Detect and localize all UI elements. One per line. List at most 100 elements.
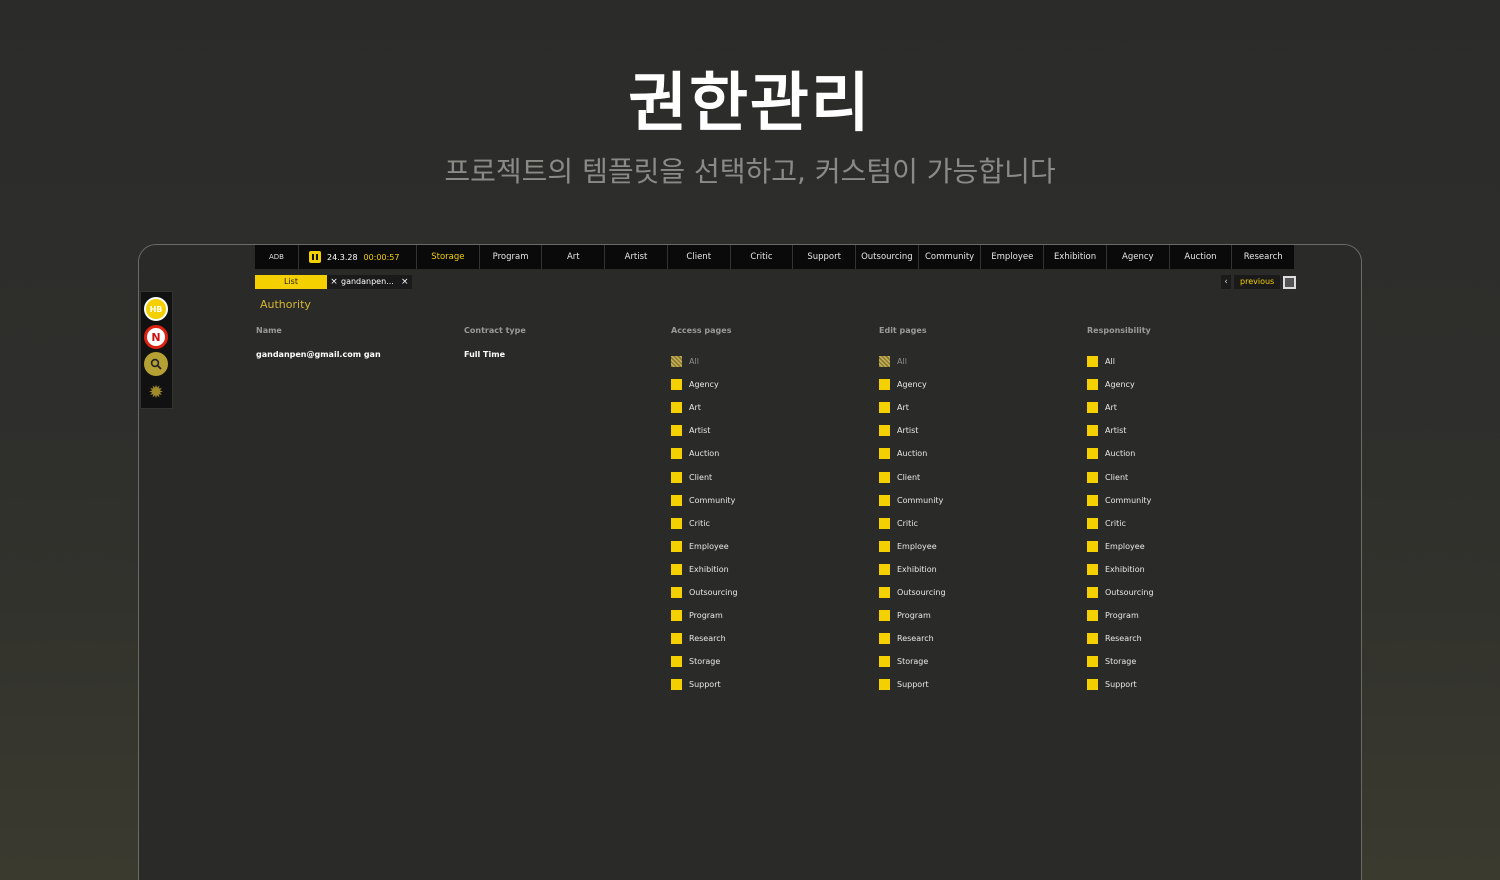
responsibility-item-support[interactable]: Support (1087, 673, 1154, 696)
nav-item-research[interactable]: Research (1232, 245, 1294, 269)
checkbox-icon[interactable] (879, 471, 890, 483)
access-item-exhibition[interactable]: Exhibition (671, 558, 738, 581)
checkbox-icon[interactable] (671, 656, 682, 668)
nav-item-program[interactable]: Program (480, 245, 543, 269)
checkbox-icon[interactable] (671, 356, 682, 368)
access-item-agency[interactable]: Agency (671, 373, 738, 396)
edit-item-exhibition[interactable]: Exhibition (879, 558, 946, 581)
close-icon[interactable]: × (397, 275, 412, 289)
tab-user-record[interactable]: gandanpen... (341, 275, 398, 289)
checkbox-icon[interactable] (671, 494, 682, 506)
checkbox-icon[interactable] (1087, 633, 1098, 645)
responsibility-item-client[interactable]: Client (1087, 465, 1154, 488)
nav-item-support[interactable]: Support (793, 245, 857, 269)
edit-item-program[interactable]: Program (879, 604, 946, 627)
checkbox-icon[interactable] (671, 517, 682, 529)
checkbox-icon[interactable] (671, 540, 682, 552)
chevron-left-icon[interactable]: ‹ (1221, 275, 1231, 289)
checkbox-icon[interactable] (879, 563, 890, 575)
access-item-support[interactable]: Support (671, 673, 738, 696)
responsibility-item-employee[interactable]: Employee (1087, 535, 1154, 558)
responsibility-item-art[interactable]: Art (1087, 396, 1154, 419)
responsibility-item-research[interactable]: Research (1087, 627, 1154, 650)
checkbox-icon[interactable] (879, 633, 890, 645)
access-item-storage[interactable]: Storage (671, 650, 738, 673)
responsibility-item-program[interactable]: Program (1087, 604, 1154, 627)
edit-item-support[interactable]: Support (879, 673, 946, 696)
checkbox-icon[interactable] (671, 448, 682, 460)
checkbox-icon[interactable] (879, 517, 890, 529)
checkbox-icon[interactable] (1087, 448, 1098, 460)
checkbox-icon[interactable] (1087, 494, 1098, 506)
nav-item-auction[interactable]: Auction (1170, 245, 1233, 269)
edit-item-art[interactable]: Art (879, 396, 946, 419)
checkbox-icon[interactable] (879, 425, 890, 437)
access-item-art[interactable]: Art (671, 396, 738, 419)
responsibility-item-all[interactable]: All (1087, 350, 1154, 373)
edit-item-all[interactable]: All (879, 350, 946, 373)
checkbox-icon[interactable] (879, 610, 890, 622)
checkbox-icon[interactable] (1087, 563, 1098, 575)
access-item-community[interactable]: Community (671, 489, 738, 512)
checkbox-icon[interactable] (1087, 425, 1098, 437)
edit-item-critic[interactable]: Critic (879, 512, 946, 535)
checkbox-icon[interactable] (879, 540, 890, 552)
checkbox-icon[interactable] (1087, 356, 1098, 368)
search-icon[interactable] (144, 352, 168, 376)
checkbox-icon[interactable] (1087, 517, 1098, 529)
checkbox-icon[interactable] (879, 494, 890, 506)
edit-item-community[interactable]: Community (879, 489, 946, 512)
edit-item-outsourcing[interactable]: Outsourcing (879, 581, 946, 604)
checkbox-icon[interactable] (1087, 402, 1098, 414)
responsibility-item-agency[interactable]: Agency (1087, 373, 1154, 396)
edit-item-client[interactable]: Client (879, 465, 946, 488)
checkbox-icon[interactable] (1087, 586, 1098, 598)
nav-item-art[interactable]: Art (542, 245, 606, 269)
access-item-artist[interactable]: Artist (671, 419, 738, 442)
app-logo[interactable]: ADB (255, 245, 299, 269)
checkbox-icon[interactable] (1087, 471, 1098, 483)
nav-item-employee[interactable]: Employee (981, 245, 1045, 269)
responsibility-item-storage[interactable]: Storage (1087, 650, 1154, 673)
previous-button[interactable]: previous (1234, 275, 1281, 289)
hb-badge-icon[interactable]: HB (144, 297, 168, 321)
nav-item-artist[interactable]: Artist (605, 245, 668, 269)
checkbox-icon[interactable] (879, 356, 890, 368)
responsibility-item-community[interactable]: Community (1087, 489, 1154, 512)
edit-item-artist[interactable]: Artist (879, 419, 946, 442)
access-item-auction[interactable]: Auction (671, 442, 738, 465)
nav-item-agency[interactable]: Agency (1107, 245, 1170, 269)
pause-icon[interactable] (309, 251, 321, 263)
edit-item-agency[interactable]: Agency (879, 373, 946, 396)
checkbox-icon[interactable] (1087, 656, 1098, 668)
access-item-client[interactable]: Client (671, 465, 738, 488)
nav-item-storage[interactable]: Storage (417, 245, 480, 269)
window-toggle-icon[interactable] (1283, 275, 1297, 289)
responsibility-item-critic[interactable]: Critic (1087, 512, 1154, 535)
edit-item-research[interactable]: Research (879, 627, 946, 650)
edit-item-auction[interactable]: Auction (879, 442, 946, 465)
nav-item-community[interactable]: Community (919, 245, 982, 269)
checkbox-icon[interactable] (671, 425, 682, 437)
checkbox-icon[interactable] (1087, 679, 1098, 691)
tab-list[interactable]: List (255, 275, 327, 289)
checkbox-icon[interactable] (879, 448, 890, 460)
responsibility-item-artist[interactable]: Artist (1087, 419, 1154, 442)
checkbox-icon[interactable] (671, 402, 682, 414)
checkbox-icon[interactable] (671, 633, 682, 645)
gear-icon[interactable]: ✹ (144, 380, 168, 404)
access-item-all[interactable]: All (671, 350, 738, 373)
nav-item-client[interactable]: Client (668, 245, 731, 269)
access-item-employee[interactable]: Employee (671, 535, 738, 558)
checkbox-icon[interactable] (671, 610, 682, 622)
responsibility-item-auction[interactable]: Auction (1087, 442, 1154, 465)
close-icon[interactable]: × (327, 275, 341, 289)
responsibility-item-outsourcing[interactable]: Outsourcing (1087, 581, 1154, 604)
nav-item-exhibition[interactable]: Exhibition (1044, 245, 1107, 269)
responsibility-item-exhibition[interactable]: Exhibition (1087, 558, 1154, 581)
nav-item-outsourcing[interactable]: Outsourcing (856, 245, 919, 269)
access-item-outsourcing[interactable]: Outsourcing (671, 581, 738, 604)
access-item-program[interactable]: Program (671, 604, 738, 627)
notification-icon[interactable]: N (144, 325, 168, 349)
checkbox-icon[interactable] (1087, 540, 1098, 552)
